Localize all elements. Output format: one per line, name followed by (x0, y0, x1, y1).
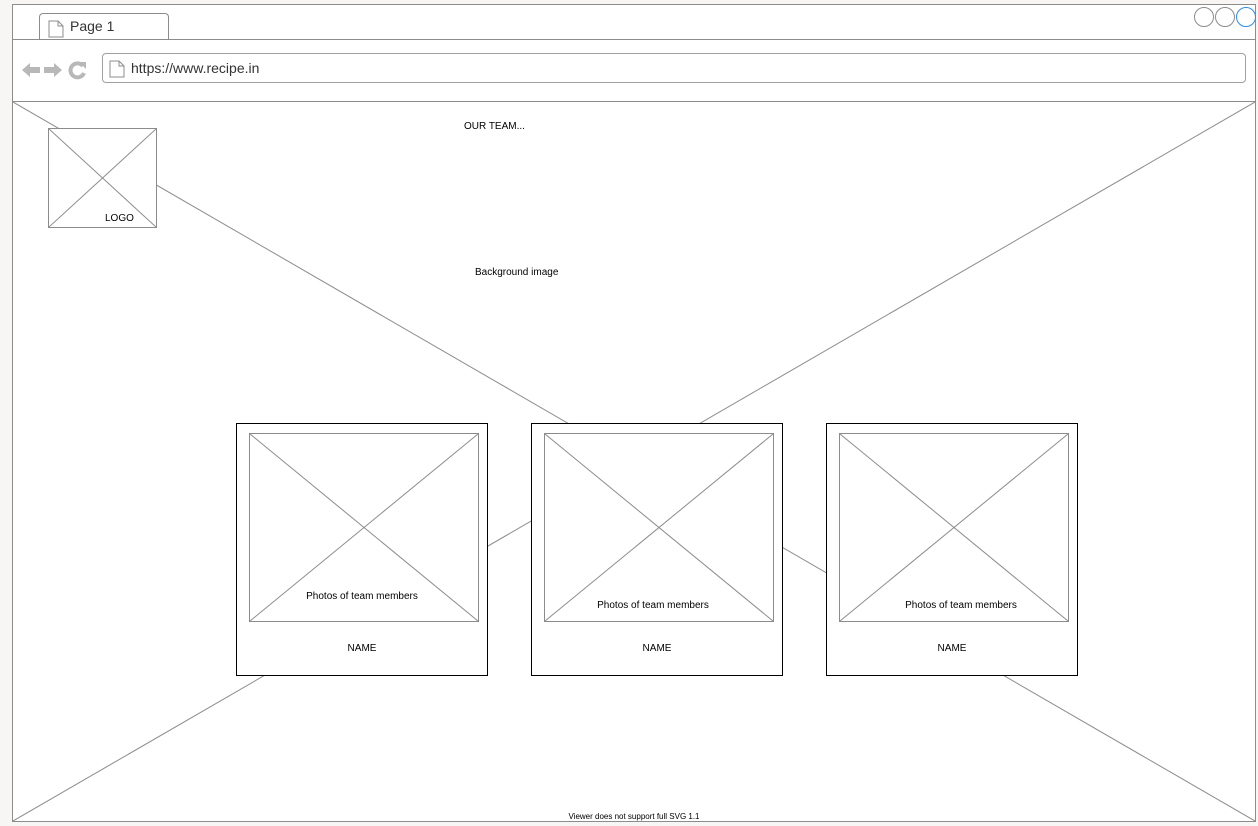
team-member-card[interactable]: Photos of team members NAME (826, 423, 1078, 676)
image-placeholder-icon (49, 129, 156, 227)
back-arrow-icon[interactable] (21, 60, 41, 80)
address-bar[interactable]: https://www.recipe.in (102, 53, 1246, 83)
minimize-circle-icon[interactable] (1194, 7, 1214, 27)
page-content: LOGO OUR TEAM... Background image Photos… (13, 102, 1255, 821)
team-member-card[interactable]: Photos of team members NAME (531, 423, 783, 676)
logo-label: LOGO (105, 213, 134, 224)
team-member-name: NAME (347, 643, 377, 654)
team-member-photo: Photos of team members (249, 433, 479, 622)
page-icon (48, 20, 64, 38)
page-heading: OUR TEAM... (464, 121, 525, 132)
image-placeholder-icon (545, 434, 773, 621)
close-circle-icon[interactable] (1236, 7, 1256, 27)
maximize-circle-icon[interactable] (1215, 7, 1235, 27)
team-member-name: NAME (937, 643, 967, 654)
page-icon (109, 60, 125, 78)
url-text: https://www.recipe.in (131, 60, 260, 76)
reload-icon[interactable] (67, 60, 87, 80)
image-placeholder-icon (840, 434, 1068, 621)
background-image-label: Background image (475, 267, 559, 278)
team-member-card[interactable]: Photos of team members NAME (236, 423, 488, 676)
team-member-name: NAME (642, 643, 672, 654)
window-controls (1193, 7, 1256, 29)
team-member-photo: Photos of team members (839, 433, 1069, 622)
tab-bar-divider (13, 39, 1255, 40)
photo-label: Photos of team members (905, 600, 1017, 611)
photo-label: Photos of team members (306, 591, 418, 602)
team-member-photo: Photos of team members (544, 433, 774, 622)
photo-label: Photos of team members (597, 600, 709, 611)
tab-label: Page 1 (70, 18, 115, 34)
forward-arrow-icon[interactable] (43, 60, 63, 80)
tab-page-1[interactable]: Page 1 (39, 13, 169, 40)
viewer-warning: Viewer does not support full SVG 1.1 (568, 812, 700, 821)
logo-placeholder[interactable]: LOGO (48, 128, 157, 228)
browser-window: Page 1 https://www.recipe.in LOGO OUR TE… (12, 4, 1256, 822)
